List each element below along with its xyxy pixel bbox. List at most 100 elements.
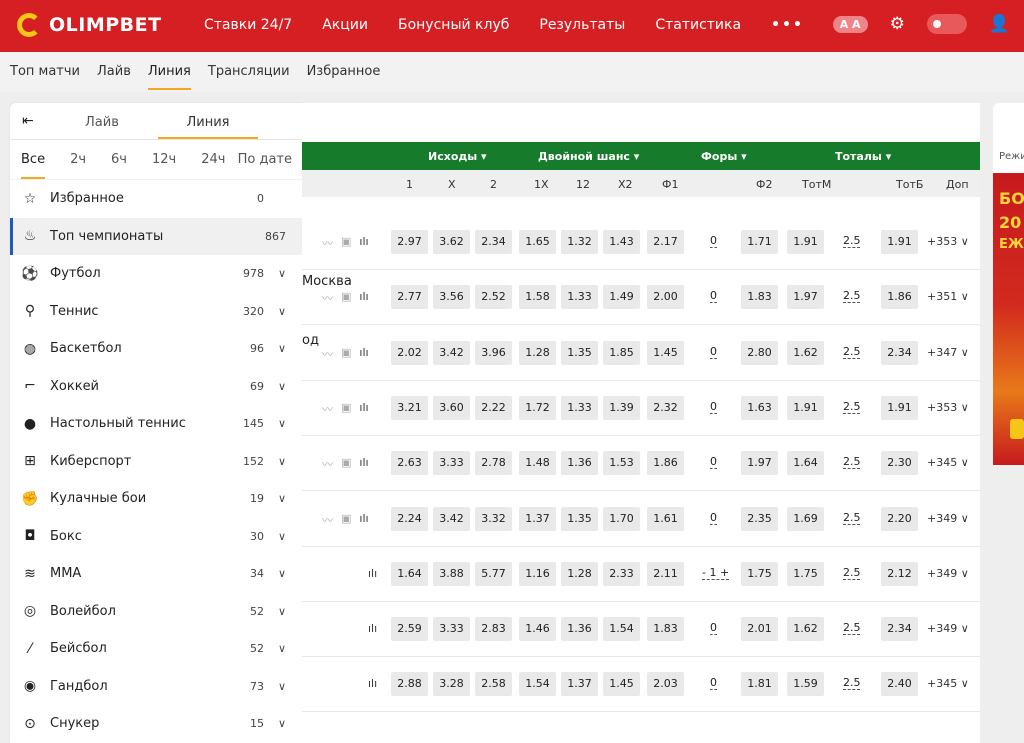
odds-cell[interactable]: 2.22: [475, 395, 512, 420]
match-name-fragment[interactable]: од: [302, 333, 319, 348]
odds-cell[interactable]: 1.28: [519, 340, 556, 365]
subnav-favorites[interactable]: Избранное: [307, 52, 381, 92]
more-markets[interactable]: +353 ∨: [927, 401, 969, 414]
odds-cell[interactable]: 2.35: [741, 506, 778, 531]
sidebar-tab-line[interactable]: Линия: [158, 115, 258, 139]
video-icon[interactable]: ▣: [341, 346, 351, 362]
odds-cell[interactable]: 1.97: [741, 451, 778, 476]
odds-cell[interactable]: 2.24: [391, 506, 428, 531]
odds-cell[interactable]: 1.37: [519, 506, 556, 531]
sidebar-item[interactable]: ⊞ Киберспорт 152 ∨: [10, 443, 302, 481]
handicap-value[interactable]: 0: [710, 511, 717, 524]
odds-cell[interactable]: 1.75: [741, 561, 778, 586]
odds-cell[interactable]: 2.34: [475, 230, 512, 254]
odds-cell[interactable]: 3.33: [433, 451, 470, 476]
group-double-chance[interactable]: Двойной шанс ▾: [538, 150, 639, 163]
chevron-down-icon[interactable]: ∨: [278, 530, 286, 543]
odds-cell[interactable]: 3.62: [433, 230, 470, 254]
nav-bonus-club[interactable]: Бонусный клуб: [398, 17, 509, 33]
period-6h[interactable]: 6ч: [111, 152, 127, 167]
odds-cell[interactable]: 3.96: [475, 340, 512, 365]
banner-button[interactable]: [1010, 419, 1024, 439]
odds-cell[interactable]: 1.63: [741, 395, 778, 420]
odds-cell[interactable]: 3.56: [433, 285, 470, 310]
odds-cell[interactable]: 1.45: [603, 672, 640, 697]
odds-cell[interactable]: 1.91: [881, 230, 918, 254]
odds-cell[interactable]: 2.00: [647, 285, 684, 310]
odds-cell[interactable]: 2.59: [391, 617, 428, 642]
chevron-down-icon[interactable]: ∨: [278, 267, 286, 280]
handicap-value[interactable]: 0: [710, 345, 717, 358]
odds-cell[interactable]: 3.28: [433, 672, 470, 697]
odds-cell[interactable]: 3.42: [433, 340, 470, 365]
nav-results[interactable]: Результаты: [539, 17, 625, 33]
odds-cell[interactable]: 2.34: [881, 617, 918, 642]
odds-cell[interactable]: 2.30: [881, 451, 918, 476]
odds-cell[interactable]: 2.11: [647, 561, 684, 586]
odds-cell[interactable]: 1.37: [561, 672, 598, 697]
video-icon[interactable]: ▣: [341, 456, 351, 472]
sidebar-item[interactable]: ● Настольный теннис 145 ∨: [10, 405, 302, 443]
odds-cell[interactable]: 2.58: [475, 672, 512, 697]
odds-cell[interactable]: 1.32: [561, 230, 598, 254]
group-handicap[interactable]: Форы ▾: [701, 150, 747, 163]
handicap-value[interactable]: 0: [710, 234, 717, 247]
odds-cell[interactable]: 3.42: [433, 506, 470, 531]
odds-cell[interactable]: 1.53: [603, 451, 640, 476]
total-value[interactable]: 2.5: [843, 289, 861, 302]
odds-cell[interactable]: 1.49: [603, 285, 640, 310]
period-24h[interactable]: 24ч: [201, 152, 225, 167]
period-12h[interactable]: 12ч: [152, 152, 176, 167]
total-value[interactable]: 2.5: [843, 566, 861, 579]
total-value[interactable]: 2.5: [843, 511, 861, 524]
period-all[interactable]: Все: [21, 152, 46, 179]
nav-more-icon[interactable]: •••: [771, 17, 804, 33]
sidebar-item[interactable]: ☆ Избранное 0: [10, 180, 302, 218]
video-icon[interactable]: ▣: [341, 401, 351, 417]
sidebar-item[interactable]: ⚽ Футбол 978 ∨: [10, 255, 302, 293]
chevron-down-icon[interactable]: ∨: [278, 492, 286, 505]
odds-cell[interactable]: 1.16: [519, 561, 556, 586]
handicap-value[interactable]: 0: [710, 455, 717, 468]
stats-icon[interactable]: ılı: [368, 567, 377, 580]
handicap-value[interactable]: 0: [710, 621, 717, 634]
odds-cell[interactable]: 1.28: [561, 561, 598, 586]
nav-statistics[interactable]: Статистика: [655, 17, 741, 33]
odds-cell[interactable]: 3.33: [433, 617, 470, 642]
odds-cell[interactable]: 1.70: [603, 506, 640, 531]
odds-cell[interactable]: 1.33: [561, 395, 598, 420]
odds-cell[interactable]: 1.35: [561, 340, 598, 365]
handicap-value[interactable]: 0: [710, 400, 717, 413]
odds-cell[interactable]: 2.32: [647, 395, 684, 420]
chevron-down-icon[interactable]: ∨: [278, 717, 286, 730]
odds-cell[interactable]: 1.62: [787, 340, 824, 365]
sidebar-item[interactable]: ◎ Волейбол 52 ∨: [10, 593, 302, 631]
odds-cell[interactable]: 1.75: [787, 561, 824, 586]
odds-cell[interactable]: 1.36: [561, 617, 598, 642]
subnav-live[interactable]: Лайв: [97, 52, 131, 92]
trend-icon[interactable]: 〰: [322, 235, 333, 251]
total-value[interactable]: 2.5: [843, 234, 861, 247]
video-icon[interactable]: ▣: [341, 235, 351, 251]
more-markets[interactable]: +351 ∨: [927, 290, 969, 303]
collapse-sidebar-icon[interactable]: ⇤: [22, 113, 34, 129]
trend-icon[interactable]: 〰: [322, 512, 333, 528]
odds-cell[interactable]: 1.91: [787, 395, 824, 420]
sidebar-item[interactable]: ⚲ Теннис 320 ∨: [10, 293, 302, 331]
period-2h[interactable]: 2ч: [70, 152, 86, 167]
sidebar-item[interactable]: ✊ Кулачные бои 19 ∨: [10, 480, 302, 518]
odds-cell[interactable]: 2.12: [881, 561, 918, 586]
sidebar-item[interactable]: ◉ Гандбол 73 ∨: [10, 668, 302, 706]
trend-icon[interactable]: 〰: [322, 456, 333, 472]
odds-cell[interactable]: 3.21: [391, 395, 428, 420]
group-totals[interactable]: Тоталы ▾: [835, 150, 891, 163]
sidebar-item[interactable]: ◍ Баскетбол 96 ∨: [10, 330, 302, 368]
odds-cell[interactable]: 2.97: [391, 230, 428, 254]
brand-logo[interactable]: OLIMPBET: [17, 13, 162, 37]
odds-cell[interactable]: 2.63: [391, 451, 428, 476]
odds-cell[interactable]: 1.48: [519, 451, 556, 476]
odds-cell[interactable]: 1.35: [561, 506, 598, 531]
total-value[interactable]: 2.5: [843, 621, 861, 634]
odds-cell[interactable]: 2.40: [881, 672, 918, 697]
odds-cell[interactable]: 1.61: [647, 506, 684, 531]
